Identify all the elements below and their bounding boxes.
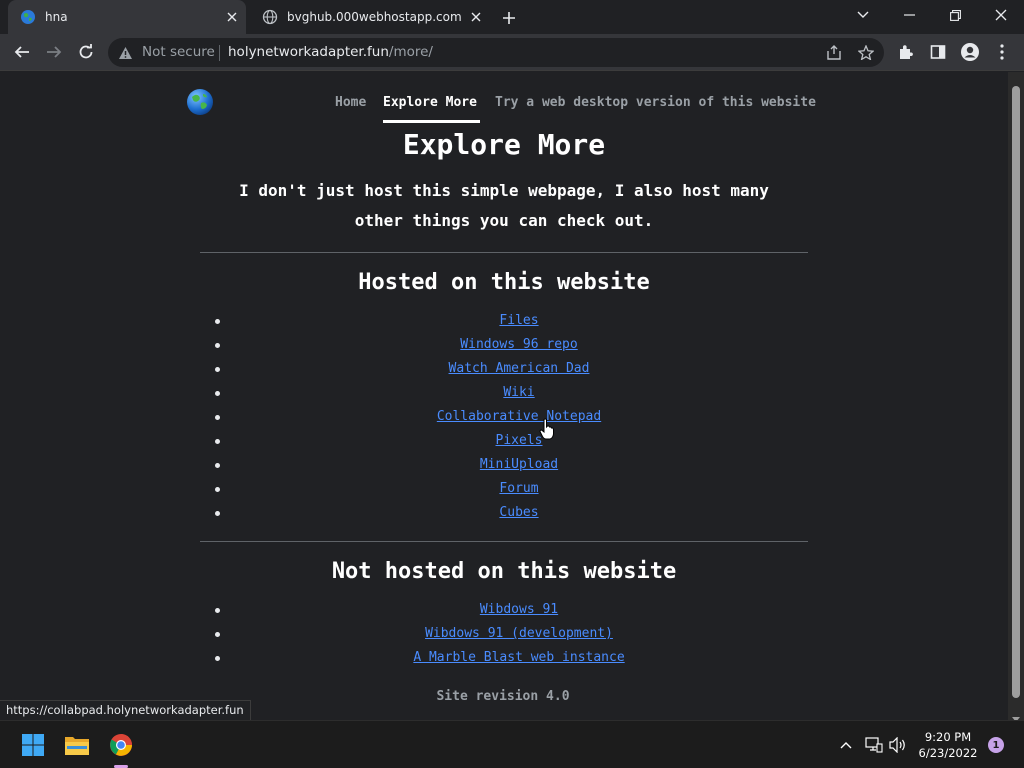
clock-date: 6/23/2022 xyxy=(918,746,978,760)
list-item: Wibdows 91 xyxy=(0,598,1008,622)
intro-text-line-1: I don't just host this simple webpage, I… xyxy=(239,181,769,200)
not-hosted-heading: Not hosted on this website xyxy=(331,559,677,584)
network-icon[interactable] xyxy=(864,735,884,755)
link-watch-american-dad[interactable]: Watch American Dad xyxy=(449,361,590,376)
url-path: /more/ xyxy=(388,44,433,60)
link-wibdows-91[interactable]: Wibdows 91 xyxy=(480,602,558,617)
notification-badge[interactable]: 1 xyxy=(988,737,1004,753)
hosted-links-list: Files Windows 96 repo Watch American Dad… xyxy=(0,309,1008,525)
tab-bvghub[interactable]: bvghub.000webhostapp.com xyxy=(250,0,490,34)
page-scrollbar[interactable] xyxy=(1008,72,1024,722)
forward-button[interactable] xyxy=(40,38,68,66)
browser-toolbar: Not secure holynetworkadapter.fun/more/ xyxy=(0,34,1024,71)
share-icon[interactable] xyxy=(826,45,842,64)
taskbar: 9:20 PM 6/23/2022 1 xyxy=(0,720,1024,768)
volume-icon[interactable] xyxy=(888,735,908,755)
link-miniupload[interactable]: MiniUpload xyxy=(480,457,558,472)
list-item: Windows 96 repo xyxy=(0,333,1008,357)
tab-search-chevron-icon[interactable] xyxy=(840,0,886,30)
hosted-heading: Hosted on this website xyxy=(358,270,650,295)
site-logo-globe-icon[interactable] xyxy=(186,88,214,116)
list-item: Watch American Dad xyxy=(0,357,1008,381)
list-item: Cubes xyxy=(0,501,1008,525)
list-item: A Marble Blast web instance xyxy=(0,646,1008,670)
tab-hna[interactable]: hna xyxy=(8,0,246,34)
intro-text-line-2: other things you can check out. xyxy=(354,211,654,230)
link-files[interactable]: Files xyxy=(499,313,538,328)
new-tab-button[interactable] xyxy=(498,7,520,29)
hand-cursor-icon xyxy=(539,418,555,444)
list-bullet xyxy=(215,463,220,468)
list-item: Forum xyxy=(0,477,1008,501)
globe-favicon-icon xyxy=(20,9,36,25)
browser-menu-icon[interactable] xyxy=(988,38,1016,66)
address-separator xyxy=(219,45,220,61)
web-icon xyxy=(262,9,278,25)
list-item: Collaborative Notepad xyxy=(0,405,1008,429)
nav-web-desktop-link[interactable]: Try a web desktop version of this websit… xyxy=(495,95,816,110)
url-host: holynetworkadapter.fun xyxy=(228,44,389,60)
page-title: Explore More xyxy=(402,128,606,161)
minimize-button[interactable] xyxy=(886,0,932,30)
link-wibdows-91-development[interactable]: Wibdows 91 (development) xyxy=(425,626,613,641)
system-clock[interactable]: 9:20 PM 6/23/2022 xyxy=(912,729,984,761)
link-wiki[interactable]: Wiki xyxy=(503,385,534,400)
tab-title: bvghub.000webhostapp.com xyxy=(287,10,462,24)
tab-title: hna xyxy=(45,10,68,24)
url-text[interactable]: holynetworkadapter.fun/more/ xyxy=(228,44,433,60)
security-label[interactable]: Not secure xyxy=(142,44,215,60)
clock-time: 9:20 PM xyxy=(924,730,972,744)
list-bullet xyxy=(215,439,220,444)
bookmark-star-icon[interactable] xyxy=(857,44,875,64)
list-bullet xyxy=(215,632,220,637)
reload-button[interactable] xyxy=(72,38,100,66)
nav-explore-more-link[interactable]: Explore More xyxy=(383,95,477,110)
section-divider xyxy=(200,541,808,542)
link-forum[interactable]: Forum xyxy=(499,481,538,496)
not-hosted-links-list: Wibdows 91 Wibdows 91 (development) A Ma… xyxy=(0,598,1008,670)
close-window-button[interactable] xyxy=(978,0,1024,30)
list-bullet xyxy=(215,511,220,516)
tab-close-icon[interactable] xyxy=(466,7,486,27)
extensions-icon[interactable] xyxy=(892,38,920,66)
list-item: Files xyxy=(0,309,1008,333)
show-hidden-icons-chevron-icon[interactable] xyxy=(836,735,856,755)
list-bullet xyxy=(215,367,220,372)
warning-icon[interactable] xyxy=(118,45,133,64)
link-windows-96-repo[interactable]: Windows 96 repo xyxy=(460,337,577,352)
chrome-icon[interactable] xyxy=(106,730,136,760)
section-divider xyxy=(200,252,808,253)
list-bullet xyxy=(215,656,220,661)
nav-home-link[interactable]: Home xyxy=(335,95,366,110)
file-explorer-icon[interactable] xyxy=(62,730,92,760)
tab-strip: hna bvghub.000webhostapp.com xyxy=(0,0,1024,34)
list-bullet xyxy=(215,319,220,324)
profile-avatar-icon[interactable] xyxy=(956,38,984,66)
list-bullet xyxy=(215,343,220,348)
list-item: MiniUpload xyxy=(0,453,1008,477)
restore-button[interactable] xyxy=(932,0,978,30)
link-collaborative-notepad[interactable]: Collaborative Notepad xyxy=(437,409,601,424)
scroll-thumb[interactable] xyxy=(1012,86,1020,698)
list-bullet xyxy=(215,391,220,396)
page-viewport: Home Explore More Try a web desktop vers… xyxy=(0,72,1008,720)
list-item: Pixels xyxy=(0,429,1008,453)
address-bar[interactable]: Not secure holynetworkadapter.fun/more/ xyxy=(108,38,884,67)
nav-active-underline xyxy=(383,120,480,123)
link-marble-blast[interactable]: A Marble Blast web instance xyxy=(413,650,624,665)
list-item: Wibdows 91 (development) xyxy=(0,622,1008,646)
link-pixels[interactable]: Pixels xyxy=(496,433,543,448)
list-bullet xyxy=(215,415,220,420)
scroll-up-arrow-icon[interactable] xyxy=(1012,76,1020,91)
link-cubes[interactable]: Cubes xyxy=(499,505,538,520)
side-panel-icon[interactable] xyxy=(924,38,952,66)
list-item: Wiki xyxy=(0,381,1008,405)
list-bullet xyxy=(215,487,220,492)
scroll-down-arrow-icon[interactable] xyxy=(1012,708,1020,722)
tab-close-icon[interactable] xyxy=(222,7,242,27)
list-bullet xyxy=(215,608,220,613)
back-button[interactable] xyxy=(8,38,36,66)
windows-start-icon[interactable] xyxy=(18,730,48,760)
link-status-bubble: https://collabpad.holynetworkadapter.fun xyxy=(0,700,251,720)
